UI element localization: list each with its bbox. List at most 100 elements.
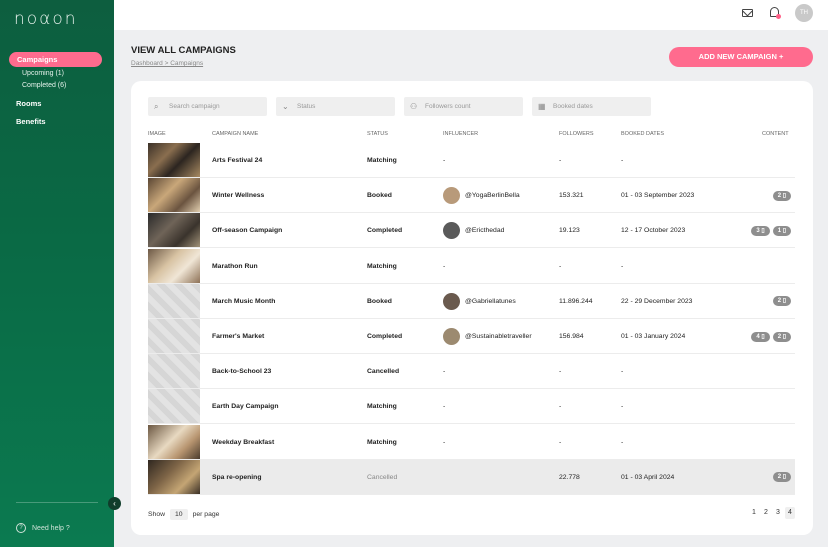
content-count-badge[interactable]: 2 ▯ — [772, 296, 791, 307]
table-row[interactable]: Off-season Campaign Completed @Ericthedad 1… — [148, 213, 795, 249]
campaign-name: Arts Festival 24 — [212, 157, 263, 164]
content-count-badge[interactable]: 2 ▯ — [772, 190, 791, 201]
dates-filter[interactable]: ▦ Booked dates — [532, 97, 651, 116]
column-header-followers: FOLLOWERS — [559, 131, 594, 137]
campaign-name: Weekday Breakfast — [212, 438, 275, 446]
campaign-thumbnail — [148, 143, 200, 177]
mail-icon[interactable] — [742, 9, 753, 17]
help-link[interactable]: ? Need help ? — [16, 523, 70, 533]
booked-dates: 12 - 17 October 2023 — [621, 227, 686, 235]
campaign-status: Cancelled — [367, 473, 398, 481]
status-filter-label: Status — [297, 103, 316, 110]
campaign-status: Matching — [367, 403, 397, 411]
column-header-influencer: INFLUENCER — [443, 131, 479, 137]
campaign-thumbnail — [148, 248, 200, 283]
influencer-handle: @YogaBerlinBella — [465, 192, 520, 200]
influencer-cell: @Ericthedad — [443, 213, 504, 248]
influencer-cell: @YogaBerlinBella — [443, 178, 520, 213]
breadcrumb[interactable]: Dashboard > Campaigns — [131, 60, 203, 67]
sidebar-item-benefits[interactable]: Benefits — [16, 117, 46, 126]
add-new-campaign-button[interactable]: ADD NEW CAMPAIGN + — [669, 47, 813, 67]
search-icon: ⌕ — [154, 102, 159, 111]
campaign-name: Winter Wellness — [212, 192, 265, 200]
content-count-badge[interactable]: 2 ▯ — [772, 331, 791, 342]
content-count-badge[interactable]: 4 ▯ — [751, 331, 770, 342]
notification-dot — [776, 14, 781, 19]
table-row[interactable]: Farmer's Market Completed @Sustainabletrav… — [148, 319, 795, 354]
content-cell: 2 ▯ — [772, 178, 791, 213]
campaign-name: Marathon Run — [212, 262, 258, 270]
column-header-name: CAMPAIGN NAME — [212, 131, 259, 137]
page-size-select[interactable]: 10 — [170, 509, 188, 520]
sidebar-item-campaigns[interactable]: Campaigns — [9, 52, 102, 67]
campaign-name: Back-to-School 23 — [212, 368, 272, 376]
influencer-cell: @Gabriellatunes — [443, 284, 516, 319]
collapse-sidebar-button[interactable]: ‹ — [108, 497, 121, 510]
column-header-status: STATUS — [367, 131, 388, 137]
campaign-thumbnail — [148, 213, 200, 248]
followers-count: - — [559, 368, 562, 376]
table-row[interactable]: Earth Day Campaign Matching - - - — [148, 389, 795, 425]
campaigns-card: ⌕ Search campaign ⌄ Status ⚇ Followers c… — [131, 81, 813, 535]
influencer-handle: - — [443, 157, 446, 164]
campaign-status: Completed — [367, 227, 403, 235]
booked-dates: 22 - 29 December 2023 — [621, 297, 693, 305]
followers-filter[interactable]: ⚇ Followers count — [404, 97, 523, 116]
followers-filter-label: Followers count — [425, 103, 471, 110]
table-row[interactable]: Weekday Breakfast Matching - - - — [148, 424, 795, 460]
campaign-thumbnail — [148, 354, 200, 389]
page-button-2[interactable]: 2 — [761, 507, 771, 519]
campaign-status: Matching — [367, 262, 397, 270]
page-button-1[interactable]: 1 — [749, 507, 759, 519]
content-count-badge[interactable]: 2 ▯ — [772, 472, 791, 483]
help-label: Need help ? — [32, 524, 70, 532]
campaign-thumbnail — [148, 424, 200, 459]
campaign-name: Spa re-opening — [212, 473, 262, 481]
page-size-control: Show 10 per page — [148, 509, 219, 520]
search-placeholder: Search campaign — [169, 103, 220, 110]
followers-count: - — [559, 262, 562, 270]
influencer-cell: - — [443, 389, 445, 424]
followers-count: - — [559, 157, 562, 164]
search-input[interactable]: ⌕ Search campaign — [148, 97, 267, 116]
influencer-avatar — [443, 292, 460, 310]
sidebar-divider — [16, 502, 98, 503]
sidebar-item-upcoming[interactable]: Upcoming (1) — [22, 70, 64, 77]
sidebar-item-rooms[interactable]: Rooms — [16, 99, 41, 108]
content-count-badge[interactable]: 1 ▯ — [772, 225, 791, 236]
influencer-avatar — [443, 328, 460, 345]
followers-count: - — [559, 438, 562, 446]
campaign-thumbnail — [148, 459, 200, 494]
followers-count: 153.321 — [559, 192, 584, 200]
table-row[interactable]: Winter Wellness Booked @YogaBerlinBella 153… — [148, 178, 795, 214]
page-button-3[interactable]: 3 — [773, 507, 783, 519]
campaign-thumbnail — [148, 319, 200, 353]
page-button-4[interactable]: 4 — [785, 507, 795, 519]
campaign-name: Earth Day Campaign — [212, 403, 279, 411]
influencer-handle: @Ericthedad — [465, 227, 505, 235]
table-row[interactable]: Back-to-School 23 Cancelled - - - — [148, 354, 795, 390]
influencer-handle: - — [443, 438, 446, 446]
campaign-thumbnail — [148, 178, 200, 213]
content-count-badge[interactable]: 3 ▯ — [751, 225, 770, 236]
status-filter[interactable]: ⌄ Status — [276, 97, 395, 116]
avatar[interactable]: TH — [795, 4, 813, 22]
table-row[interactable]: Arts Festival 24 Matching - - - — [148, 143, 795, 178]
table-row[interactable]: Spa re-opening Cancelled 22.778 01 - 03 Apr… — [148, 459, 795, 495]
campaign-status: Completed — [367, 333, 403, 340]
influencer-handle: - — [443, 368, 446, 376]
campaign-thumbnail — [148, 389, 200, 424]
influencer-handle: - — [443, 262, 446, 270]
sidebar-item-completed[interactable]: Completed (6) — [22, 82, 66, 89]
influencer-cell: - — [443, 143, 445, 178]
table-row[interactable]: March Music Month Booked @Gabriellatunes 11… — [148, 283, 795, 319]
followers-count: 11.896.244 — [559, 297, 593, 305]
booked-dates: - — [621, 157, 624, 164]
table-row[interactable]: Marathon Run Matching - - - — [148, 248, 795, 284]
campaign-status: Cancelled — [367, 368, 400, 376]
campaign-status: Booked — [367, 192, 392, 200]
content-cell: 3 ▯ 1 ▯ — [751, 213, 791, 248]
per-page-label: per page — [192, 511, 220, 518]
influencer-avatar — [443, 187, 460, 205]
calendar-icon: ▦ — [538, 102, 546, 111]
